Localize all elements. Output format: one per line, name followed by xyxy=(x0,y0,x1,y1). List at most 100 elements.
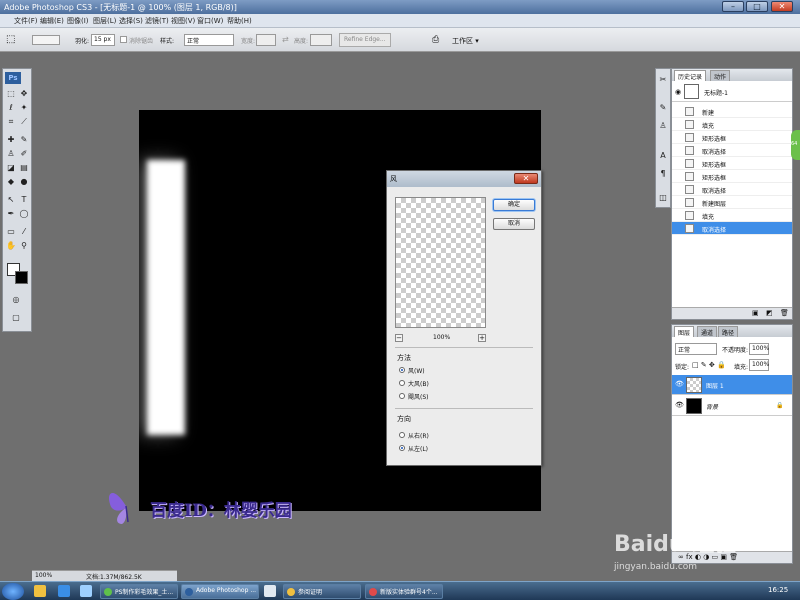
feather-input[interactable]: 15 px xyxy=(91,34,115,46)
blend-mode-select[interactable]: 正常 xyxy=(675,343,717,355)
quick-mask-icon[interactable]: ◎ xyxy=(11,295,21,305)
slice-icon[interactable]: ⟋ xyxy=(19,117,29,127)
dialog-title-bar[interactable]: 风 ✕ xyxy=(387,171,541,187)
tool-presets-icon[interactable]: ◫ xyxy=(658,193,668,203)
type-icon[interactable]: T xyxy=(19,195,29,205)
history-item[interactable]: 矩形选框 xyxy=(672,170,792,183)
menu-help[interactable]: 帮助(H) xyxy=(227,16,252,26)
tab-paths[interactable]: 路径 xyxy=(718,326,739,337)
method-blast-label[interactable]: 大风(B) xyxy=(408,379,429,388)
screen-mode-icon[interactable]: ▢ xyxy=(11,313,21,323)
direction-left-radio[interactable] xyxy=(399,445,405,451)
taskbar-item-browser[interactable]: PS制作彩毛效果_土... xyxy=(100,584,178,599)
new-snapshot-icon[interactable]: ◩ xyxy=(766,309,773,317)
taskbar-item-photoshop[interactable]: Adobe Photoshop ... xyxy=(181,584,259,599)
method-stagger-label[interactable]: 飓风(S) xyxy=(408,392,429,401)
taskbar-item-chat[interactable]: 新版实体验群号4个... xyxy=(365,584,443,599)
player-icon[interactable] xyxy=(264,585,276,597)
marquee-icon[interactable]: ⬚ xyxy=(6,89,16,99)
move-icon[interactable]: ✥ xyxy=(19,89,29,99)
refine-edge-button[interactable]: Refine Edge... xyxy=(339,33,391,47)
eraser-icon[interactable]: ◪ xyxy=(6,163,16,173)
cancel-button[interactable]: 取消 xyxy=(493,218,535,230)
history-item-selected[interactable]: 取消选择 xyxy=(672,222,792,235)
workspace-menu[interactable]: 工作区 ▾ xyxy=(452,36,479,46)
visibility-eye-icon[interactable]: 👁 xyxy=(675,381,684,388)
printer-icon[interactable]: ⎙ xyxy=(432,35,439,45)
clone-icon[interactable]: ♙ xyxy=(658,121,668,131)
start-button[interactable] xyxy=(2,583,24,600)
maximize-button[interactable]: □ xyxy=(746,1,768,12)
history-item[interactable]: 填充 xyxy=(672,118,792,131)
method-blast-radio[interactable] xyxy=(399,380,405,386)
history-item[interactable]: 新建 xyxy=(672,105,792,118)
trash-icon[interactable]: 🗑 xyxy=(780,309,789,317)
new-document-icon[interactable]: ▣ xyxy=(752,309,759,317)
hand-icon[interactable]: ✋ xyxy=(6,241,16,251)
menu-window[interactable]: 窗口(W) xyxy=(197,16,223,26)
direction-left-label[interactable]: 从左(L) xyxy=(408,444,428,453)
history-item[interactable]: 新建图层 xyxy=(672,196,792,209)
eyedropper-icon[interactable]: ⁄ xyxy=(19,227,29,237)
history-item[interactable]: 矩形选框 xyxy=(672,157,792,170)
tools-icon[interactable]: ✂ xyxy=(658,75,668,85)
brush-icon[interactable]: ✎ xyxy=(19,135,29,145)
status-zoom[interactable]: 100% xyxy=(35,572,52,579)
layer-row-selected[interactable]: 👁 图层 1 xyxy=(672,375,792,395)
method-stagger-radio[interactable] xyxy=(399,393,405,399)
layer-row[interactable]: 👁 背景 🔒 xyxy=(672,396,792,416)
character-icon[interactable]: A xyxy=(658,151,668,161)
marquee-tool-icon[interactable]: ⬚ xyxy=(6,34,15,45)
blur-icon[interactable]: ◆ xyxy=(6,177,16,187)
zoom-icon[interactable]: ⚲ xyxy=(19,241,29,251)
lasso-icon[interactable]: ℓ xyxy=(6,103,16,113)
swap-icon[interactable]: ⇄ xyxy=(282,35,289,44)
crop-icon[interactable]: ⌗ xyxy=(6,117,16,127)
selection-mode-buttons[interactable] xyxy=(32,35,60,45)
shape-icon[interactable]: ◯ xyxy=(19,209,29,219)
menu-view[interactable]: 视图(V) xyxy=(171,16,195,26)
gradient-icon[interactable]: ▤ xyxy=(19,163,29,173)
history-brush-icon[interactable]: ✐ xyxy=(19,149,29,159)
menu-layer[interactable]: 图层(L) xyxy=(93,16,116,26)
background-color-swatch[interactable] xyxy=(15,271,28,284)
ok-button[interactable]: 确定 xyxy=(493,199,535,211)
dialog-close-button[interactable]: ✕ xyxy=(514,173,538,184)
history-item[interactable]: 取消选择 xyxy=(672,144,792,157)
opacity-input[interactable]: 100% xyxy=(749,343,769,355)
fill-input[interactable]: 100% xyxy=(749,359,769,371)
close-button[interactable]: ✕ xyxy=(771,1,793,12)
style-select[interactable]: 正常 xyxy=(184,34,234,46)
height-input[interactable] xyxy=(310,34,332,46)
ie-icon[interactable] xyxy=(58,585,70,597)
direction-right-label[interactable]: 从右(R) xyxy=(408,431,429,440)
tab-layers[interactable]: 图层 xyxy=(674,326,695,337)
desktop-icon[interactable] xyxy=(80,585,92,597)
tab-actions[interactable]: 动作 xyxy=(710,70,731,81)
history-item[interactable]: 填充 xyxy=(672,209,792,222)
tab-history[interactable]: 历史记录 xyxy=(674,70,707,81)
zoom-out-button[interactable]: − xyxy=(395,334,403,342)
direction-right-radio[interactable] xyxy=(399,432,405,438)
pen-icon[interactable]: ✒ xyxy=(6,209,16,219)
healing-icon[interactable]: ✚ xyxy=(6,135,16,145)
zoom-in-button[interactable]: + xyxy=(478,334,486,342)
menu-select[interactable]: 选择(S) xyxy=(119,16,143,26)
brushes-icon[interactable]: ✎ xyxy=(658,103,668,113)
magic-wand-icon[interactable]: ✦ xyxy=(19,103,29,113)
taskbar-item-folder[interactable]: 参阅证明 xyxy=(283,584,361,599)
width-input[interactable] xyxy=(256,34,276,46)
method-wind-label[interactable]: 风(W) xyxy=(408,366,425,375)
history-snapshot[interactable]: ◉ 无标题-1 xyxy=(672,82,792,102)
path-select-icon[interactable]: ↖ xyxy=(6,195,16,205)
paragraph-icon[interactable]: ¶ xyxy=(658,169,668,179)
lock-icons[interactable]: □ ✎ ✥ 🔒 xyxy=(692,361,726,369)
notes-icon[interactable]: ▭ xyxy=(6,227,16,237)
dodge-icon[interactable]: ● xyxy=(19,177,29,187)
history-item[interactable]: 矩形选框 xyxy=(672,131,792,144)
tab-channels[interactable]: 通道 xyxy=(697,326,718,337)
stamp-icon[interactable]: ♙ xyxy=(6,149,16,159)
side-widget-tab[interactable]: 64 xyxy=(791,130,800,160)
menu-image[interactable]: 图像(I) xyxy=(67,16,89,26)
explorer-icon[interactable] xyxy=(34,585,46,597)
